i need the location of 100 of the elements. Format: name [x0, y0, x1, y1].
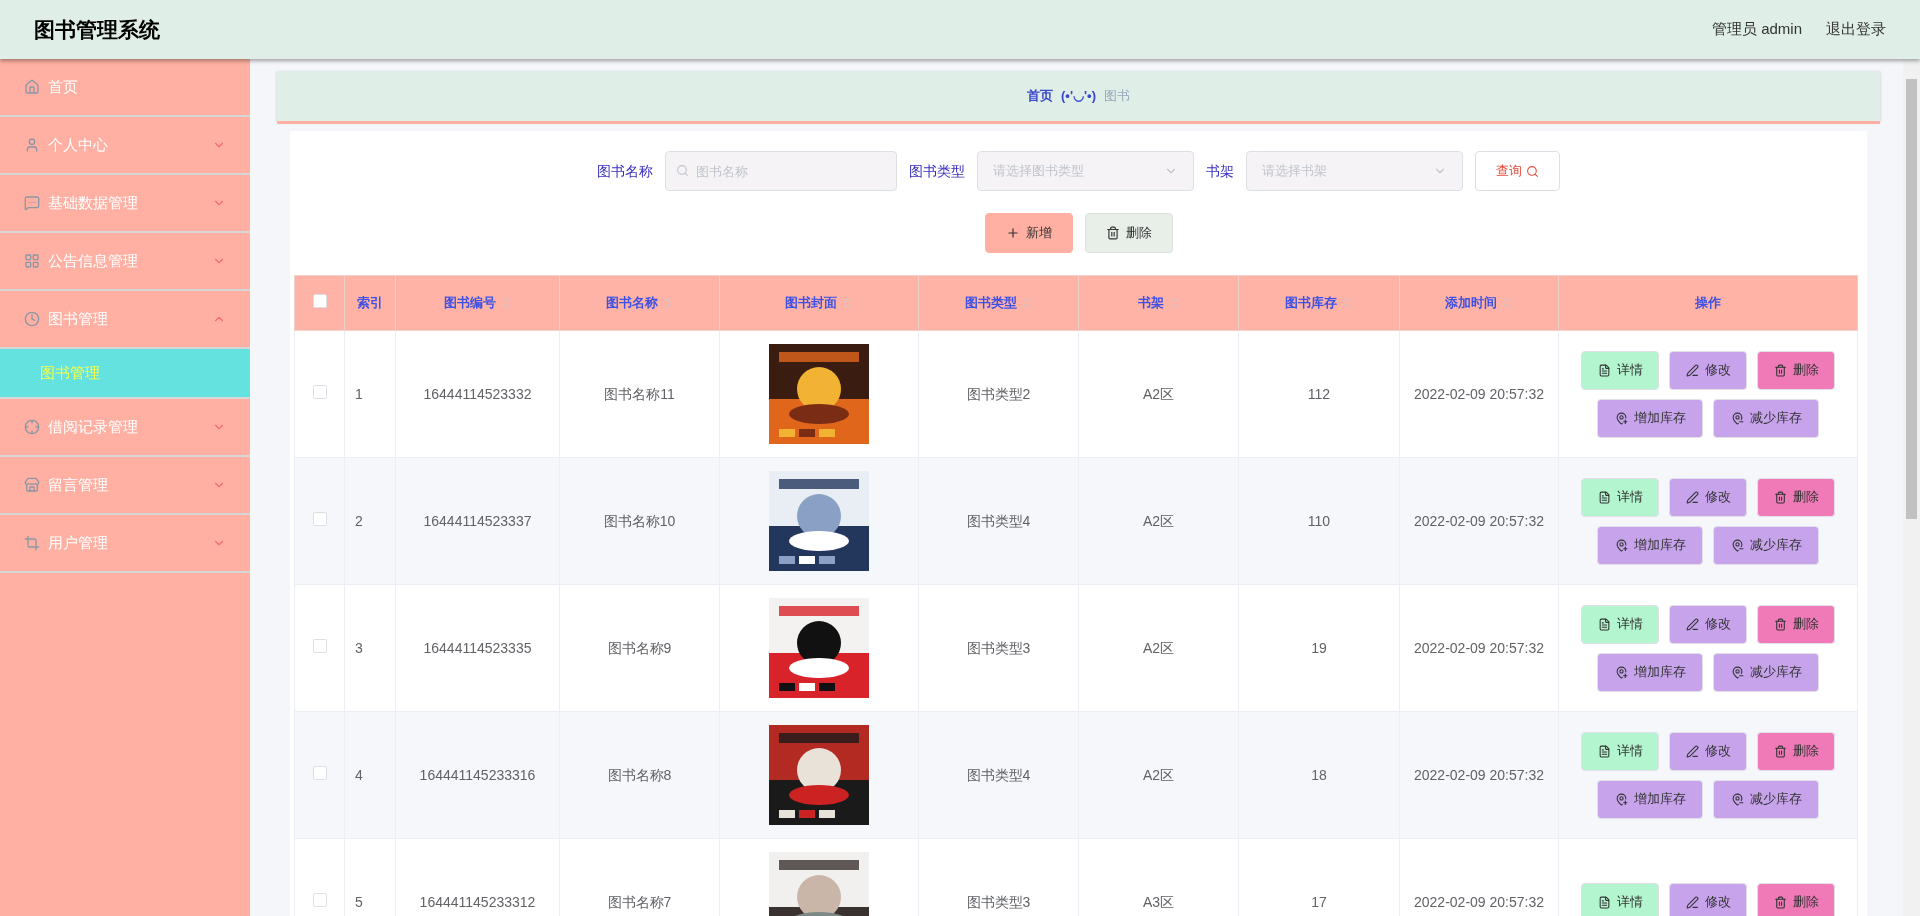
pin-plus-icon	[1614, 538, 1628, 552]
table-cell: 16444114523335	[395, 584, 560, 712]
table-cell: 图书类型2	[918, 330, 1079, 458]
action-button[interactable]: 删除	[1757, 604, 1835, 644]
pin-plus-icon	[1614, 665, 1628, 679]
column-header: 索引	[344, 275, 396, 331]
action-button[interactable]: 修改	[1669, 350, 1747, 390]
table-cell: 2022-02-09 20:57:32	[1399, 330, 1559, 458]
action-button[interactable]: 修改	[1669, 604, 1747, 644]
action-button[interactable]: 删除	[1757, 477, 1835, 517]
breadcrumb-link[interactable]: 首页	[1027, 86, 1053, 106]
action-button[interactable]: 增加库存	[1597, 525, 1703, 565]
document-icon	[1597, 895, 1611, 909]
table-cell: A2区	[1078, 457, 1239, 585]
plus-icon	[1005, 226, 1020, 240]
checkbox[interactable]	[312, 511, 327, 526]
field-label: 图书名称	[597, 161, 653, 181]
table-cell: 图书名称10	[559, 457, 720, 585]
delete-button[interactable]: 删除	[1084, 213, 1173, 253]
action-button[interactable]: 修改	[1669, 731, 1747, 771]
table-cell: 2022-02-09 20:57:32	[1399, 711, 1559, 839]
table-cell: 2022-02-09 20:57:32	[1399, 584, 1559, 712]
pin-minus-icon	[1730, 411, 1744, 425]
table-cell: 图书类型3	[918, 584, 1079, 712]
checkbox[interactable]	[312, 384, 327, 399]
column-header[interactable]: 图书类型	[918, 275, 1079, 331]
action-button[interactable]: 详情	[1581, 350, 1659, 390]
action-button[interactable]: 减少库存	[1713, 525, 1819, 565]
search-button[interactable]: 查询	[1475, 151, 1560, 191]
column-header[interactable]: 图书编号	[395, 275, 560, 331]
action-button[interactable]: 减少库存	[1713, 652, 1819, 692]
trash-icon	[1105, 226, 1120, 240]
action-button[interactable]: 修改	[1669, 477, 1747, 517]
action-button[interactable]: 减少库存	[1713, 398, 1819, 438]
pin-plus-icon	[1614, 411, 1628, 425]
column-header[interactable]: 图书名称	[559, 275, 720, 331]
table-cell: 4	[344, 711, 396, 839]
pen-icon	[1685, 363, 1699, 377]
store-icon	[24, 477, 40, 493]
crosshair-icon	[24, 419, 40, 435]
trash-icon	[1773, 744, 1787, 758]
document-icon	[1597, 363, 1611, 377]
home-icon	[24, 79, 40, 95]
action-button[interactable]: 增加库存	[1597, 398, 1703, 438]
trash-icon	[1773, 617, 1787, 631]
checkbox[interactable]	[312, 765, 327, 780]
action-button[interactable]: 详情	[1581, 882, 1659, 916]
sort-icon	[1501, 297, 1513, 309]
pin-minus-icon	[1730, 665, 1744, 679]
column-header[interactable]: 图书库存	[1238, 275, 1400, 331]
table-cell: 图书名称11	[559, 330, 720, 458]
action-button[interactable]: 详情	[1581, 604, 1659, 644]
trash-icon	[1773, 363, 1787, 377]
chat-icon	[24, 195, 40, 211]
sort-icon	[841, 297, 853, 309]
breadcrumb-current: 图书	[1103, 87, 1130, 106]
pen-icon	[1685, 617, 1699, 631]
checkbox[interactable]	[312, 892, 327, 907]
column-header[interactable]: 书架	[1078, 275, 1239, 331]
pen-icon	[1685, 490, 1699, 504]
action-button[interactable]: 详情	[1581, 477, 1659, 517]
logout-link[interactable]: 退出登录	[1826, 18, 1886, 41]
table-cell: 19	[1238, 584, 1400, 712]
action-button[interactable]: 修改	[1669, 882, 1747, 916]
action-button[interactable]: 增加库存	[1597, 652, 1703, 692]
add-button[interactable]: 新增	[984, 213, 1073, 253]
checkbox[interactable]	[312, 293, 327, 308]
table-cell: A2区	[1078, 330, 1239, 458]
table-cell: 图书名称8	[559, 711, 720, 839]
search-icon	[1526, 164, 1539, 178]
action-button[interactable]: 减少库存	[1713, 779, 1819, 819]
table-cell: 图书类型4	[918, 457, 1079, 585]
user-name: 管理员 admin	[1711, 19, 1802, 40]
column-header: 操作	[1558, 275, 1858, 331]
table-cell: 18	[1238, 711, 1400, 839]
column-header[interactable]: 添加时间	[1399, 275, 1559, 331]
action-button[interactable]: 删除	[1757, 882, 1835, 916]
pin-minus-icon	[1730, 538, 1744, 552]
checkbox[interactable]	[312, 638, 327, 653]
table-cell: 1	[344, 330, 396, 458]
column-header[interactable]: 图书封面	[719, 275, 919, 331]
action-button[interactable]: 删除	[1757, 731, 1835, 771]
document-icon	[1597, 617, 1611, 631]
document-icon	[1597, 490, 1611, 504]
table-cell: 16444114523337	[395, 457, 560, 585]
breadcrumb-separator: (•'◡'•)	[1061, 87, 1096, 106]
search-icon	[676, 164, 689, 177]
table-cell: 110	[1238, 457, 1400, 585]
table-cell: 3	[344, 584, 396, 712]
table-cell: A2区	[1078, 711, 1239, 839]
action-button[interactable]: 增加库存	[1597, 779, 1703, 819]
table-cell: 图书类型4	[918, 711, 1079, 839]
user-icon	[24, 137, 40, 153]
pen-icon	[1685, 895, 1699, 909]
action-button[interactable]: 详情	[1581, 731, 1659, 771]
action-button[interactable]: 删除	[1757, 350, 1835, 390]
table-cell: A2区	[1078, 584, 1239, 712]
document-icon	[1597, 744, 1611, 758]
sort-icon	[1341, 297, 1353, 309]
pin-plus-icon	[1614, 792, 1628, 806]
